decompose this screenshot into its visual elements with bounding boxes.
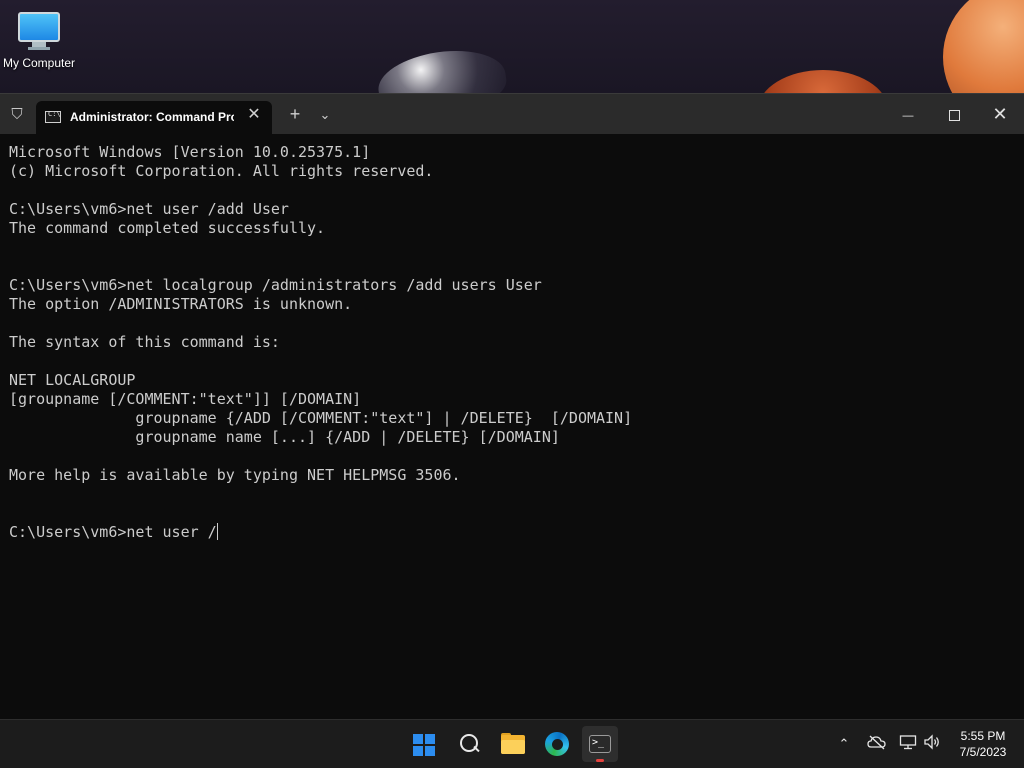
close-icon: ✕ — [992, 104, 1008, 124]
tab-title: Administrator: Command Prompt — [70, 110, 234, 124]
edge-button[interactable] — [539, 726, 575, 762]
title-bar[interactable]: ⛉ C:\ Administrator: Command Prompt ✕ + … — [0, 94, 1024, 134]
terminal-taskbar-button[interactable]: >_ — [582, 726, 618, 762]
desktop-wallpaper — [0, 0, 1024, 94]
cmd-icon: C:\ — [45, 110, 61, 123]
terminal-window: ⛉ C:\ Administrator: Command Prompt ✕ + … — [0, 93, 1024, 719]
admin-shield-icon: ⛉ — [11, 106, 23, 123]
monitor-icon — [18, 12, 60, 42]
new-tab-button[interactable]: + — [284, 105, 306, 125]
console-line: (c) Microsoft Corporation. All rights re… — [9, 162, 434, 180]
console-line: groupname name [...] {/ADD | /DELETE} [/… — [9, 428, 560, 446]
console-line: The syntax of this command is: — [9, 333, 280, 351]
minimize-button[interactable]: — — [885, 94, 931, 134]
clock-date: 7/5/2023 — [959, 745, 1007, 759]
text-cursor — [216, 523, 218, 540]
console-line: C:\Users\vm6>net localgroup /administrat… — [9, 276, 542, 294]
desktop-icon-my-computer[interactable]: My Computer — [0, 6, 78, 80]
console-line: groupname {/ADD [/COMMENT:"text"] | /DEL… — [9, 409, 633, 427]
close-button[interactable]: ✕ — [977, 94, 1023, 134]
maximize-button[interactable] — [931, 94, 977, 134]
tab-command-prompt[interactable]: C:\ Administrator: Command Prompt ✕ — [36, 101, 272, 134]
console-line: NET LOCALGROUP — [9, 371, 136, 389]
close-tab-icon[interactable]: ✕ — [245, 106, 263, 124]
start-icon — [413, 734, 435, 756]
wallpaper-water-drop — [374, 43, 510, 94]
clock-time: 5:55 PM — [960, 729, 1006, 743]
file-explorer-button[interactable] — [495, 726, 531, 762]
active-indicator — [596, 759, 604, 762]
console-line: [groupname [/COMMENT:"text"]] [/DOMAIN] — [9, 390, 362, 408]
console-line: More help is available by typing NET HEL… — [9, 466, 461, 484]
wallpaper-red-sphere — [758, 70, 888, 94]
volume-icon[interactable] — [921, 734, 943, 754]
wallpaper-orange-sphere — [943, 0, 1024, 94]
console-line: Microsoft Windows [Version 10.0.25375.1] — [9, 143, 371, 161]
chevron-up-icon[interactable]: ⌃ — [834, 734, 854, 754]
console-line: The command completed successfully. — [9, 219, 326, 237]
console-line: C:\Users\vm6>net user /add User — [9, 200, 289, 218]
chevron-down-icon[interactable]: ⌄ — [314, 105, 336, 125]
network-icon[interactable] — [897, 734, 919, 754]
start-button[interactable] — [406, 726, 442, 762]
console-output[interactable]: Microsoft Windows [Version 10.0.25375.1]… — [9, 143, 1009, 713]
minimize-icon: — — [902, 110, 914, 122]
desktop-icon-label: My Computer — [2, 56, 76, 70]
console-line: C:\Users\vm6>net user / — [9, 523, 218, 541]
console-line: The option /ADMINISTRATORS is unknown. — [9, 295, 353, 313]
search-button[interactable] — [451, 726, 487, 762]
terminal-icon: >_ — [589, 735, 611, 753]
taskbar: >_ ⌃ 5:55 PM 7/5/2023 — [0, 719, 1024, 768]
maximize-icon — [948, 109, 960, 121]
taskbar-clock[interactable]: 5:55 PM 7/5/2023 — [948, 728, 1018, 760]
onedrive-offline-icon[interactable] — [866, 734, 888, 754]
